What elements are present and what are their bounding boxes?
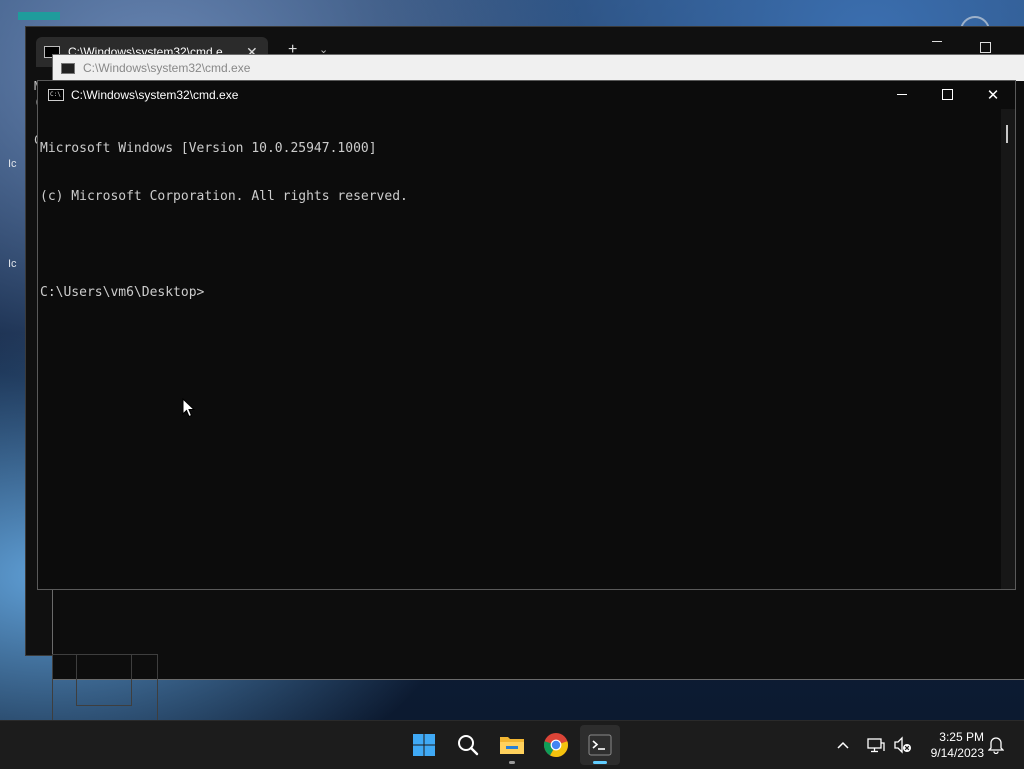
search-icon xyxy=(458,735,479,756)
notification-bell-icon xyxy=(988,737,1004,754)
minimize-icon xyxy=(897,94,907,95)
mouse-cursor-icon xyxy=(182,398,196,418)
ghost-window-frame xyxy=(76,654,132,706)
active-indicator xyxy=(593,761,607,764)
cmd-icon: C:\ xyxy=(48,88,64,101)
maximize-icon xyxy=(941,89,953,100)
chevron-up-icon xyxy=(837,741,849,749)
desktop-icon-label[interactable]: Ic xyxy=(8,158,17,170)
taskbar: 3:25 PM 9/14/2023 xyxy=(0,720,1024,769)
notifications-button[interactable] xyxy=(988,721,1004,769)
cmd-icon xyxy=(61,62,75,74)
close-button[interactable]: ✕ xyxy=(970,81,1016,108)
search-button[interactable] xyxy=(448,725,488,765)
windows-logo-icon xyxy=(413,734,435,756)
desktop-teal-accent xyxy=(18,12,60,20)
folder-icon xyxy=(500,737,524,754)
middle-window-titlebar[interactable]: C:\Windows\system32\cmd.exe xyxy=(53,55,1024,81)
scrollbar-thumb[interactable] xyxy=(1006,125,1008,143)
middle-window-title: C:\Windows\system32\cmd.exe xyxy=(83,61,251,75)
console-line: (c) Microsoft Corporation. All rights re… xyxy=(40,189,408,204)
terminal-button[interactable] xyxy=(580,725,620,765)
file-explorer-button[interactable] xyxy=(492,725,532,765)
maximize-icon[interactable] xyxy=(980,42,991,53)
cmd-window[interactable]: C:\ C:\Windows\system32\cmd.exe ✕ Micros… xyxy=(37,80,1016,590)
console-prompt[interactable]: C:\Users\vm6\Desktop> xyxy=(39,285,999,301)
minimize-button[interactable] xyxy=(879,81,925,108)
maximize-button[interactable] xyxy=(924,81,970,108)
clock-time: 3:25 PM xyxy=(939,730,984,744)
desktop-icon-label[interactable]: Ic xyxy=(8,258,17,270)
running-indicator xyxy=(509,761,515,764)
network-icon xyxy=(867,738,885,753)
network-button[interactable] xyxy=(866,721,886,769)
volume-button[interactable] xyxy=(893,721,913,769)
chrome-icon xyxy=(544,733,568,757)
system-clock[interactable]: 3:25 PM 9/14/2023 xyxy=(918,729,984,761)
clock-date: 9/14/2023 xyxy=(930,746,984,760)
tray-overflow-button[interactable] xyxy=(836,721,850,769)
volume-muted-icon xyxy=(894,736,911,754)
window-titlebar[interactable]: C:\ C:\Windows\system32\cmd.exe ✕ xyxy=(38,81,1015,108)
chrome-button[interactable] xyxy=(536,725,576,765)
vertical-scrollbar[interactable] xyxy=(1001,109,1015,589)
terminal-icon xyxy=(588,734,612,756)
console-line: Microsoft Windows [Version 10.0.25947.10… xyxy=(40,141,377,156)
minimize-icon[interactable] xyxy=(932,41,942,42)
window-title: C:\Windows\system32\cmd.exe xyxy=(71,87,239,102)
start-button[interactable] xyxy=(404,725,444,765)
console-output[interactable]: Microsoft Windows [Version 10.0.25947.10… xyxy=(39,109,999,589)
